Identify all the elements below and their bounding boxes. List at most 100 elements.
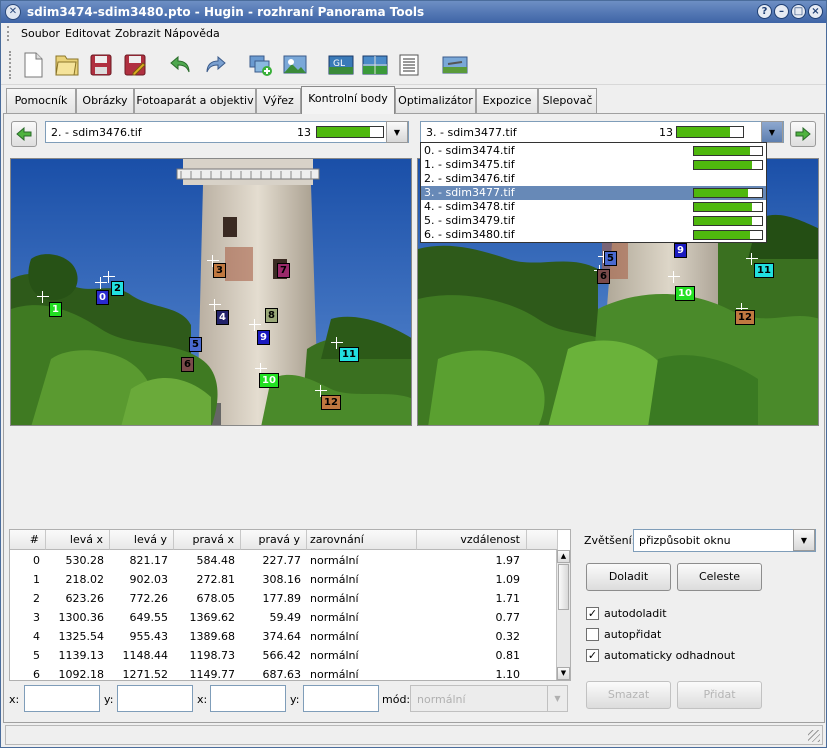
prev-image-button[interactable] (11, 121, 37, 147)
column-header-index[interactable]: # (10, 530, 46, 550)
tab-vyrez[interactable]: Výřez (256, 88, 301, 113)
scroll-down-icon[interactable]: ▼ (557, 667, 570, 680)
auto-add-checkbox[interactable] (586, 628, 599, 641)
tab-slepovac[interactable]: Slepovač (538, 88, 597, 113)
cp-label[interactable]: 3 (213, 263, 226, 278)
control-points-table[interactable]: # levá x levá y pravá x pravá y zarovnán… (9, 529, 571, 681)
maximize-icon[interactable]: □ (791, 4, 806, 19)
tab-pomocnik[interactable]: Pomocník (6, 88, 76, 113)
left-image-select[interactable]: 2. - sdim3476.tif 13 ▼ (45, 121, 409, 143)
auto-estimate-checkbox[interactable]: ✓ (586, 649, 599, 662)
table-row[interactable]: 3 1300.36 649.55 1369.62 59.49 normální 0.77 (10, 608, 557, 627)
cp-label[interactable]: 12 (735, 310, 755, 325)
table-row[interactable]: 2 623.26 772.26 678.05 177.89 normální 1.71 (10, 589, 557, 608)
menu-editovat[interactable]: Editovat (65, 27, 111, 40)
cp-label[interactable]: 9 (257, 330, 270, 345)
menu-zobrazit[interactable]: Zobrazit (115, 27, 161, 40)
right-y-input[interactable] (303, 685, 379, 712)
right-image-select[interactable]: 3. - sdim3477.tif 13 ▼ (420, 121, 784, 143)
scroll-up-icon[interactable]: ▲ (557, 550, 570, 563)
left-image-view[interactable]: 1 0 2 3 7 4 8 9 5 6 11 10 12 (10, 158, 412, 426)
tab-expozice[interactable]: Expozice (476, 88, 538, 113)
stitch-icon[interactable] (440, 50, 470, 80)
table-row[interactable]: 0 530.28 821.17 584.48 227.77 normální 1.97 (10, 551, 557, 570)
cp-label[interactable]: 9 (674, 243, 687, 258)
delete-button[interactable]: Smazat (586, 681, 671, 709)
cp-label[interactable]: 4 (216, 310, 229, 325)
dropdown-item[interactable]: 0. - sdim3474.tif 13 (421, 144, 766, 158)
left-x-input[interactable] (24, 685, 100, 712)
cp-label[interactable]: 7 (277, 263, 290, 278)
open-project-icon[interactable] (52, 50, 82, 80)
undo-icon[interactable] (166, 50, 196, 80)
dropdown-item[interactable]: 5. - sdim3479.tif 16 (421, 214, 766, 228)
right-x-input[interactable] (210, 685, 286, 712)
new-project-icon[interactable] (18, 50, 48, 80)
column-header-left-x[interactable]: levá x (46, 530, 110, 550)
column-header-alignment[interactable]: zarovnání (307, 530, 417, 550)
left-y-input[interactable] (117, 685, 193, 712)
column-header-left-y[interactable]: levá y (110, 530, 174, 550)
cp-label[interactable]: 10 (675, 286, 695, 301)
cp-label[interactable]: 8 (265, 308, 278, 323)
dropdown-item[interactable]: 2. - sdim3476.tif (421, 172, 766, 186)
menu-napoveda[interactable]: Nápověda (164, 27, 220, 40)
tab-fotoaparat[interactable]: Fotoaparát a objektiv (134, 88, 256, 113)
cp-label[interactable]: 2 (111, 281, 124, 296)
table-cell: 0.77 (495, 611, 521, 624)
close-icon[interactable]: × (808, 4, 823, 19)
tab-kontrolni-body[interactable]: Kontrolní body (301, 86, 395, 114)
cp-label[interactable]: 11 (754, 263, 774, 278)
add-images-icon[interactable] (246, 50, 276, 80)
table-row[interactable]: 5 1139.13 1148.44 1198.73 566.42 normální 0.81 (10, 646, 557, 665)
add-time-series-icon[interactable] (280, 50, 310, 80)
list-icon[interactable] (394, 50, 424, 80)
cp-label[interactable]: 0 (96, 290, 109, 305)
minimize-icon[interactable]: – (774, 4, 789, 19)
cp-label[interactable]: 5 (189, 337, 202, 352)
column-header-right-y[interactable]: pravá y (241, 530, 307, 550)
celeste-button[interactable]: Celeste (677, 563, 762, 591)
tab-obrazky[interactable]: Obrázky (76, 88, 134, 113)
cp-label[interactable]: 6 (181, 357, 194, 372)
resize-grip-icon[interactable] (808, 730, 820, 742)
chevron-down-icon[interactable]: ▼ (761, 121, 783, 143)
chevron-down-icon[interactable]: ▼ (386, 121, 408, 143)
dropdown-item[interactable]: 1. - sdim3475.tif 16 (421, 158, 766, 172)
scroll-thumb[interactable] (558, 564, 569, 610)
dropdown-item[interactable]: 4. - sdim3478.tif 6 (421, 200, 766, 214)
table-row[interactable]: 4 1325.54 955.43 1389.68 374.64 normální 0.32 (10, 627, 557, 646)
column-header-right-x[interactable]: pravá x (174, 530, 241, 550)
table-scrollbar[interactable]: ▲ ▼ (556, 550, 570, 680)
shade-icon[interactable]: ? (757, 4, 772, 19)
cp-label[interactable]: 1 (49, 302, 62, 317)
cp-label[interactable]: 6 (597, 269, 610, 284)
redo-icon[interactable] (200, 50, 230, 80)
zoom-select[interactable]: přizpůsobit oknu ▼ (633, 529, 816, 552)
table-cell: 5 (33, 649, 40, 662)
cp-label[interactable]: 12 (321, 395, 341, 410)
menu-soubor[interactable]: Soubor (21, 27, 60, 40)
cp-label[interactable]: 5 (604, 251, 617, 266)
fine-tune-button[interactable]: Doladit (586, 563, 671, 591)
table-row[interactable]: 1 218.02 902.03 272.81 308.16 normální 1.09 (10, 570, 557, 589)
auto-fine-tune-checkbox[interactable]: ✓ (586, 607, 599, 620)
app-menu-icon[interactable]: ✕ (5, 4, 21, 20)
tab-optimalizator[interactable]: Optimalizátor (395, 88, 476, 113)
chevron-down-icon[interactable]: ▼ (793, 529, 815, 551)
mode-select[interactable]: normální ▼ (410, 685, 568, 712)
table-row[interactable]: 6 1092.18 1271.52 1149.77 687.63 normální 1.10 (10, 665, 557, 680)
preview-icon[interactable] (360, 50, 390, 80)
cp-label[interactable]: 11 (339, 347, 359, 362)
column-header-distance[interactable]: vzdálenost (417, 530, 527, 550)
chevron-down-icon[interactable]: ▼ (547, 686, 567, 711)
save-icon[interactable] (86, 50, 116, 80)
next-image-button[interactable] (790, 121, 816, 147)
cp-label[interactable]: 10 (259, 373, 279, 388)
add-button[interactable]: Přidat (677, 681, 762, 709)
image-dropdown-list[interactable]: 0. - sdim3474.tif 13 1. - sdim3475.tif 1… (420, 142, 767, 243)
opengl-preview-icon[interactable]: GL (326, 50, 356, 80)
dropdown-item-selected[interactable]: 3. - sdim3477.tif 13 (421, 186, 766, 200)
dropdown-item[interactable]: 6. - sdim3480.tif 11 (421, 228, 766, 242)
save-as-icon[interactable] (120, 50, 150, 80)
